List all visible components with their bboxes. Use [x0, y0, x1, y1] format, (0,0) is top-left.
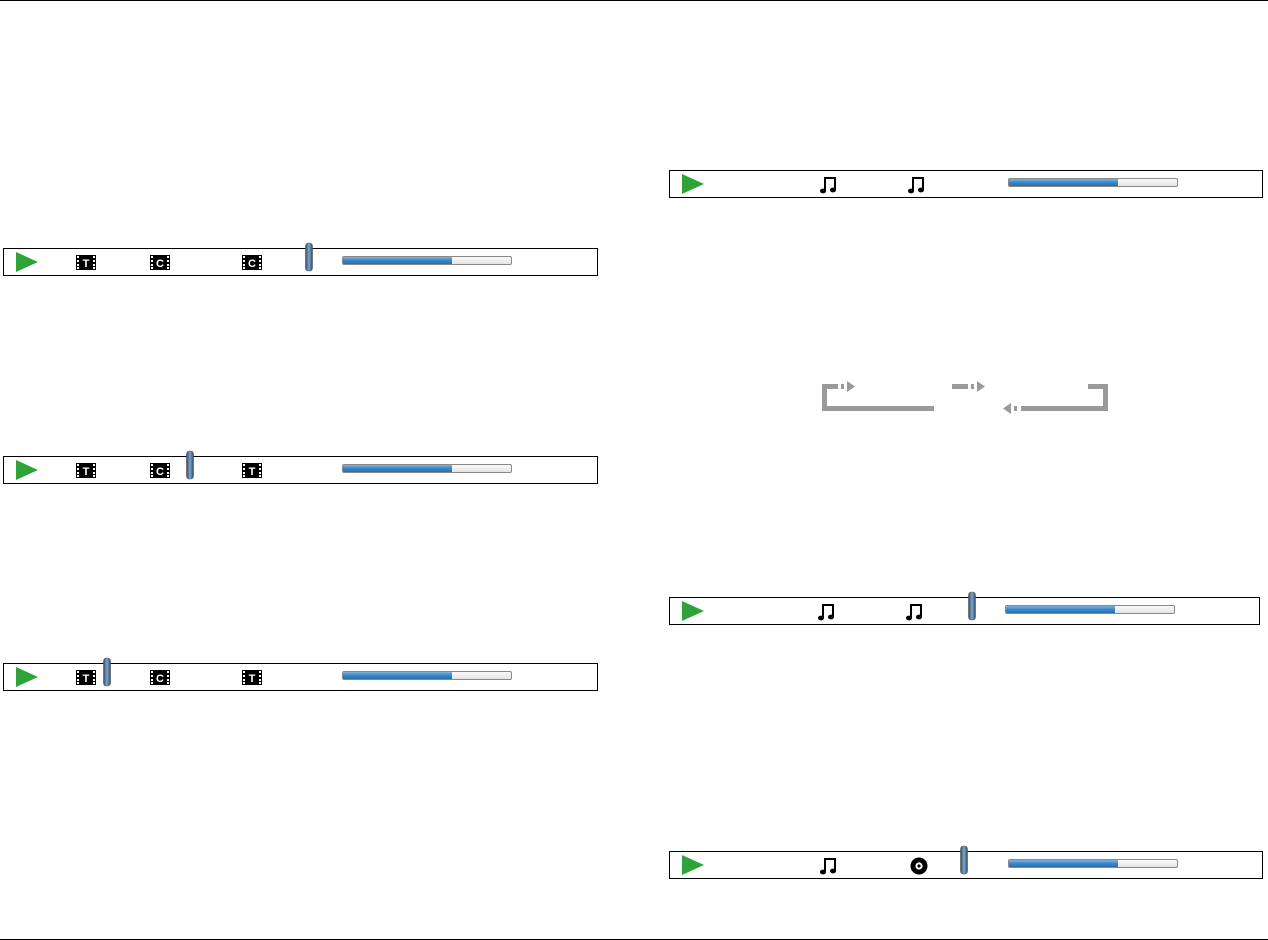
playhead-marker-icon[interactable]	[968, 591, 976, 621]
play-icon[interactable]	[16, 252, 38, 272]
audio-player-bar	[669, 170, 1263, 198]
audio-player-bar	[669, 845, 1263, 879]
play-icon[interactable]	[682, 174, 704, 194]
film-T-icon: T	[242, 670, 262, 685]
svg-text:C: C	[156, 673, 164, 685]
audio-player-bar	[669, 591, 1260, 625]
playhead-marker-icon[interactable]	[186, 450, 194, 480]
svg-text:C: C	[156, 466, 164, 478]
film-T-icon: T	[76, 255, 96, 270]
progress-fill	[1006, 606, 1116, 613]
video-player-bar: T C T	[3, 450, 598, 484]
svg-text:T: T	[249, 673, 256, 685]
progress-bar[interactable]	[1005, 605, 1175, 614]
playhead-marker-icon[interactable]	[960, 845, 968, 875]
film-T-icon: T	[242, 463, 262, 478]
playhead-marker-icon[interactable]	[305, 242, 313, 272]
progress-bar[interactable]	[342, 464, 512, 473]
video-player-bar: T C T	[3, 657, 598, 691]
film-T-icon: T	[76, 670, 96, 685]
film-C-icon: C	[150, 255, 170, 270]
progress-bar[interactable]	[342, 256, 512, 265]
film-C-icon: C	[150, 670, 170, 685]
progress-fill	[1009, 179, 1119, 186]
svg-text:T: T	[249, 466, 256, 478]
svg-text:C: C	[156, 258, 164, 270]
disc-icon	[910, 857, 928, 875]
music-note-icon	[820, 177, 836, 194]
play-icon[interactable]	[682, 601, 704, 621]
repeat-cycle-icon	[822, 381, 1108, 414]
play-icon[interactable]	[16, 460, 38, 480]
progress-fill	[1009, 860, 1119, 867]
film-C-icon: C	[242, 255, 262, 270]
film-T-icon: T	[76, 463, 96, 478]
progress-fill	[343, 465, 453, 472]
svg-text:T: T	[83, 258, 90, 270]
play-icon[interactable]	[682, 855, 704, 875]
music-note-icon	[820, 858, 836, 875]
playhead-marker-icon[interactable]	[103, 657, 111, 687]
progress-fill	[343, 672, 453, 679]
play-icon[interactable]	[16, 667, 38, 687]
video-player-bar: T C C	[3, 242, 598, 276]
music-note-icon	[906, 604, 922, 621]
top-rule	[0, 0, 1268, 1]
music-note-icon	[818, 604, 834, 621]
progress-bar[interactable]	[1008, 859, 1178, 868]
progress-bar[interactable]	[1008, 178, 1178, 187]
progress-bar[interactable]	[342, 671, 512, 680]
progress-fill	[343, 257, 453, 264]
svg-text:T: T	[83, 466, 90, 478]
music-note-icon	[908, 177, 924, 194]
svg-text:T: T	[83, 673, 90, 685]
svg-text:C: C	[248, 258, 256, 270]
film-C-icon: C	[150, 463, 170, 478]
